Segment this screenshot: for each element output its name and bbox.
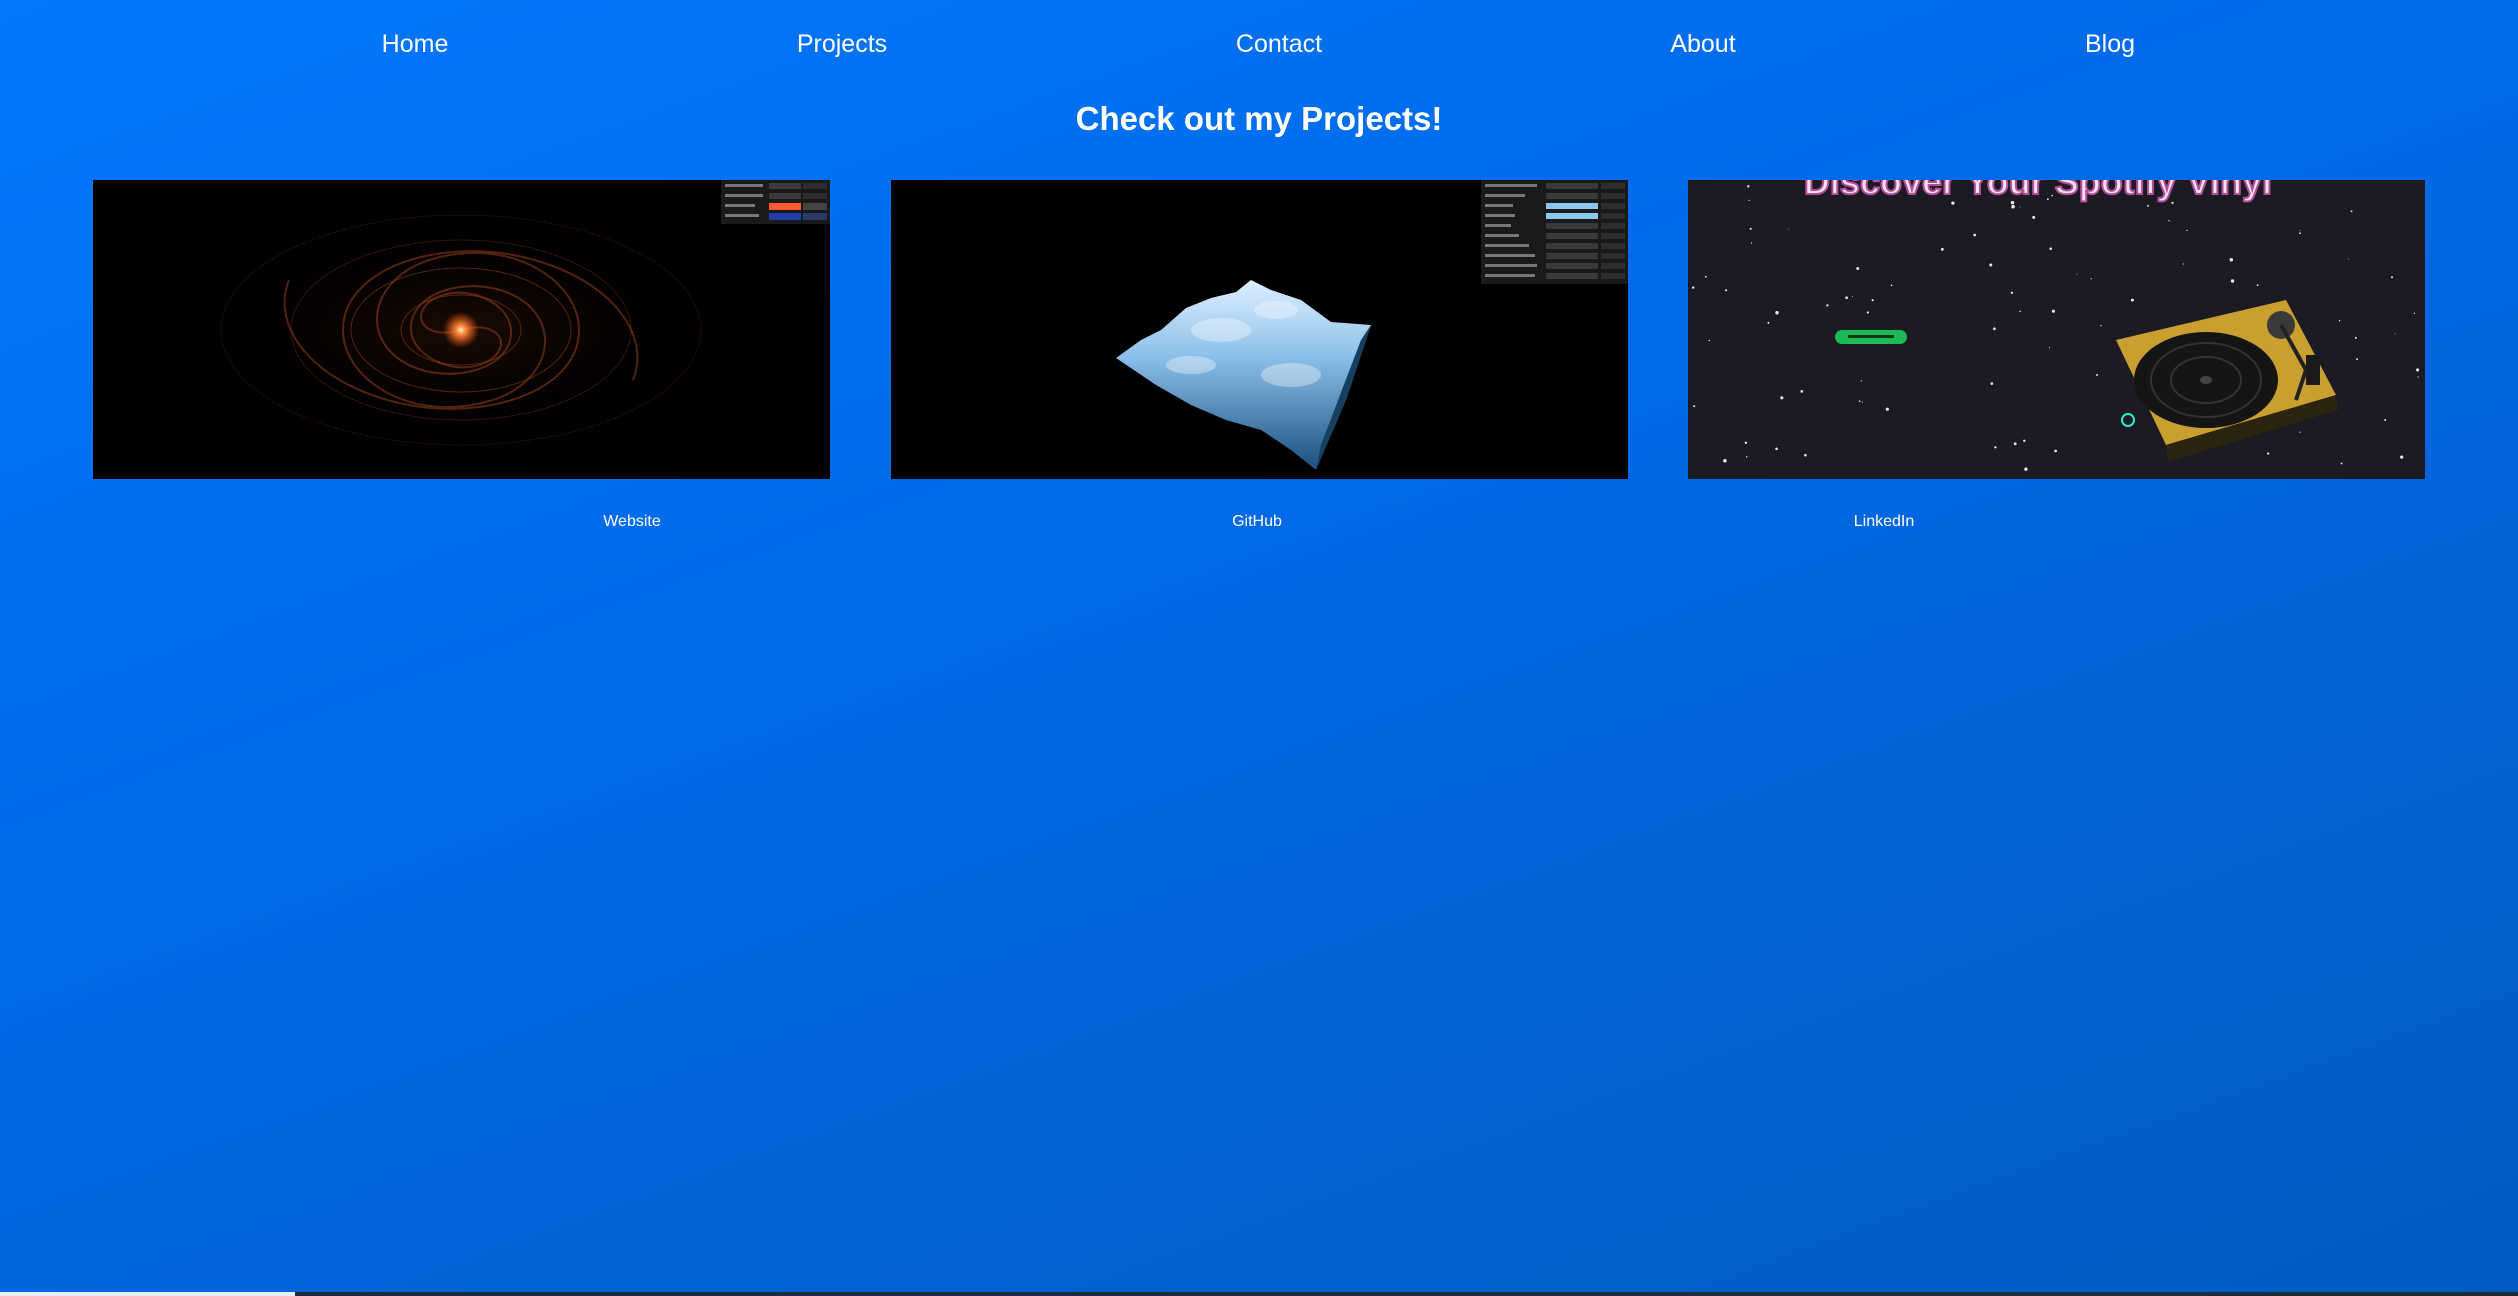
vinyl-banner-text: Discover Your Spotify Vinyl [1804,180,2272,202]
star [1804,453,1807,457]
star [2390,276,2394,279]
star [2186,229,2188,232]
star [2146,204,2149,207]
star [2048,347,2050,349]
star [1704,275,1707,278]
star [1866,311,1869,314]
star [2348,258,2349,260]
star [1940,247,1944,251]
star [1775,311,1779,315]
star [1788,228,1790,230]
page-title: Check out my Projects! [1075,100,1443,137]
vinyl-project-thumbnail[interactable]: Discover Your Spotify Vinyl [1688,180,2425,479]
github-link[interactable]: GitHub [1232,513,1282,531]
star [1861,401,1863,403]
terrain-image [891,180,1628,479]
star [2100,325,2102,327]
star [2256,284,2259,287]
star [2340,462,2343,465]
star [1708,339,1711,342]
star [1860,380,1862,382]
star [1993,327,1996,331]
star [2076,273,2078,275]
star [1767,321,1770,324]
star [1775,447,1778,451]
star [2182,263,2184,265]
star [1750,242,1753,244]
star [2299,229,2301,231]
terrain-control-panel [1481,180,1628,284]
terrain-project-thumbnail[interactable] [891,180,1628,479]
star [2019,310,2021,313]
nav-home-link[interactable]: Home [382,30,449,59]
star [2267,452,2270,455]
star [2171,201,2174,204]
star [2049,247,2052,250]
nav-blog-link[interactable]: Blog [2085,30,2135,59]
star [2229,257,2234,262]
star [1871,299,1874,302]
star [2394,333,2396,335]
star [1990,382,1994,385]
star [1858,400,1861,403]
star [1749,227,1752,230]
galaxy-control-panel [721,180,830,224]
star [2413,312,2416,315]
star [1994,446,1997,449]
horizontal-scrollbar[interactable] [0,1292,2518,1296]
star [2032,215,2036,219]
star [1693,405,1696,408]
star [2350,210,2353,213]
top-navigation: Home Projects Contact About Blog [0,30,2518,70]
star [2023,439,2026,443]
scrollbar-thumb[interactable] [0,1292,295,1296]
star [2230,279,2235,283]
star [2356,358,2358,361]
star [1747,185,1750,188]
star [2010,291,2014,294]
star [1845,296,1848,300]
star [1748,199,1750,202]
nav-about-link[interactable]: About [1670,30,1735,59]
star [1723,459,1727,463]
galaxy-image [93,180,830,479]
star [2338,319,2341,322]
star [2354,336,2357,339]
star [1800,390,1804,393]
star [1691,286,1695,289]
star [2299,232,2301,235]
galaxy-project-thumbnail[interactable] [93,180,830,479]
star [1745,456,1748,458]
linkedin-link[interactable]: LinkedIn [1854,513,1915,531]
star [2168,219,2170,222]
star [1780,396,1784,400]
star [1973,233,1977,237]
star [1885,407,1889,411]
star [2400,455,2404,459]
star [2299,431,2301,433]
star [2013,442,2017,446]
star [1856,266,1860,271]
star [2090,278,2092,280]
star [2384,419,2387,421]
nav-projects-link[interactable]: Projects [797,30,887,59]
star [1744,441,1748,445]
vinyl-image: Discover Your Spotify Vinyl [1688,180,2425,479]
star [2417,376,2419,378]
star [2054,449,2057,453]
star [2096,374,2098,376]
star [1826,304,1829,307]
star [2051,309,2055,313]
star [1725,289,1728,292]
nav-contact-link[interactable]: Contact [1236,30,1322,59]
website-link[interactable]: Website [603,513,661,531]
star [2416,368,2420,372]
star [2019,206,2021,208]
star [1852,296,1853,298]
star [1989,263,1993,267]
star [2130,298,2134,302]
star [2024,467,2028,471]
star [1890,284,1893,287]
star [2011,204,2015,209]
